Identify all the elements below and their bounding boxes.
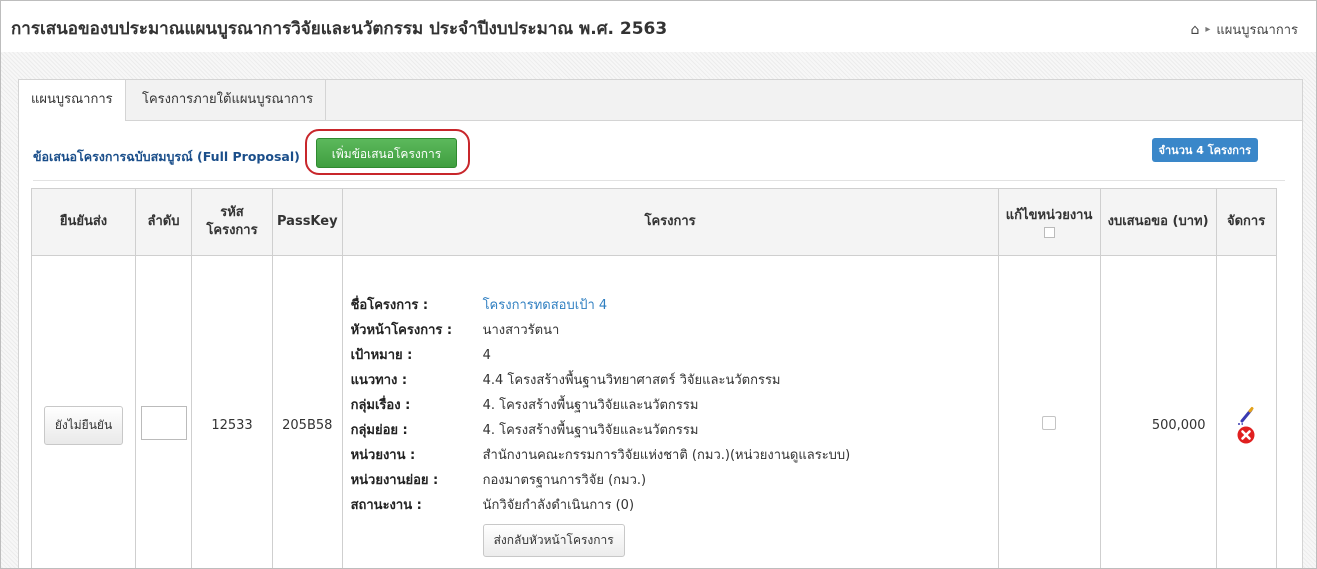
app-frame: การเสนอของบประมาณแผนบูรณาการวิจัยและนวัต… bbox=[0, 0, 1317, 569]
order-cell bbox=[135, 255, 192, 568]
breadcrumb-item[interactable]: แผนบูรณาการ bbox=[1216, 19, 1298, 40]
home-icon[interactable]: ⌂ bbox=[1190, 22, 1199, 38]
col-passkey: PassKey bbox=[272, 188, 343, 256]
unconfirmed-button[interactable]: ยังไม่ยืนยัน bbox=[43, 405, 124, 445]
col-confirm: ยืนยันส่ง bbox=[31, 188, 136, 256]
table-row: ยังไม่ยืนยัน 12533 205B58 ชื่อโครงการ : … bbox=[31, 255, 1277, 568]
col-budget: งบเสนอขอ (บาท) bbox=[1099, 188, 1217, 256]
detail-row-subgroup: กลุ่มย่อย : 4. โครงสร้างพื้นฐานวิจัยและน… bbox=[351, 418, 990, 443]
highlight-outline bbox=[305, 129, 470, 175]
col-edit-unit: แก้ไขหน่วยงาน bbox=[997, 188, 1101, 256]
detail-value: นางสาวรัตนา bbox=[482, 323, 560, 338]
project-code: 12533 bbox=[191, 255, 273, 568]
col-project-code: รหัสโครงการ bbox=[191, 188, 273, 256]
project-details: ชื่อโครงการ : โครงการทดสอบเป้า 4 หัวหน้า… bbox=[341, 255, 999, 568]
col-project: โครงการ bbox=[341, 188, 999, 256]
order-input[interactable] bbox=[140, 406, 187, 440]
detail-row-leader: หัวหน้าโครงการ : นางสาวรัตนา bbox=[351, 318, 990, 343]
select-all-checkbox[interactable] bbox=[1043, 226, 1055, 238]
detail-row-name: ชื่อโครงการ : โครงการทดสอบเป้า 4 bbox=[351, 293, 990, 318]
col-edit-unit-label: แก้ไขหน่วยงาน bbox=[1005, 207, 1093, 223]
detail-value: 4. โครงสร้างพื้นฐานวิจัยและนวัตกรรม bbox=[482, 398, 699, 413]
detail-label: แนวทาง : bbox=[350, 373, 408, 388]
edit-unit-checkbox[interactable] bbox=[1042, 416, 1057, 430]
tab-projects-under-plan[interactable]: โครงการภายใต้แผนบูรณาการ bbox=[130, 80, 327, 120]
passkey: 205B58 bbox=[272, 255, 343, 568]
col-manage: จัดการ bbox=[1215, 188, 1277, 256]
detail-row-topic-group: กลุ่มเรื่อง : 4. โครงสร้างพื้นฐานวิจัยแล… bbox=[351, 393, 990, 418]
detail-row-goal: เป้าหมาย : 4 bbox=[351, 343, 990, 368]
detail-label: สถานะงาน : bbox=[350, 498, 422, 513]
confirm-cell: ยังไม่ยืนยัน bbox=[31, 255, 136, 568]
col-order: ลำดับ bbox=[135, 188, 192, 256]
manage-cell bbox=[1215, 255, 1277, 568]
detail-label: ชื่อโครงการ : bbox=[350, 298, 429, 313]
tab-bar: แผนบูรณาการ โครงการภายใต้แผนบูรณาการ bbox=[19, 80, 1302, 121]
detail-value: สำนักงานคณะกรรมการวิจัยแห่งชาติ (กมว.)(ห… bbox=[482, 448, 851, 463]
detail-label: หัวหน้าโครงการ : bbox=[350, 323, 453, 338]
section-heading[interactable]: ข้อเสนอโครงการฉบับสมบูรณ์ (Full Proposal… bbox=[33, 147, 300, 167]
detail-value: นักวิจัยกำลังดำเนินการ (0) bbox=[482, 498, 635, 513]
breadcrumb: ⌂ ▸ แผนบูรณาการ bbox=[1190, 19, 1298, 40]
detail-label: เป้าหมาย : bbox=[350, 348, 413, 363]
proposal-table: ยืนยันส่ง ลำดับ รหัสโครงการ PassKey โครง… bbox=[31, 188, 1277, 568]
delete-icon[interactable] bbox=[1237, 426, 1255, 444]
budget-value: 500,000 bbox=[1099, 255, 1217, 568]
chevron-right-icon: ▸ bbox=[1205, 24, 1211, 35]
edit-pencil-icon[interactable] bbox=[1236, 406, 1256, 426]
detail-row-sub-agency: หน่วยงานย่อย : กองมาตรฐานการวิจัย (กมว.) bbox=[351, 468, 990, 493]
detail-row-status: สถานะงาน : นักวิจัยกำลังดำเนินการ (0) bbox=[351, 493, 990, 518]
detail-value: 4.4 โครงสร้างพื้นฐานวิทยาศาสตร์ วิจัยและ… bbox=[482, 373, 781, 388]
table-header-row: ยืนยันส่ง ลำดับ รหัสโครงการ PassKey โครง… bbox=[31, 188, 1277, 256]
return-to-leader-button[interactable]: ส่งกลับหัวหน้าโครงการ bbox=[482, 524, 625, 557]
project-name-link[interactable]: โครงการทดสอบเป้า 4 bbox=[483, 293, 608, 318]
divider bbox=[33, 180, 1285, 181]
detail-value: กองมาตรฐานการวิจัย (กมว.) bbox=[482, 473, 647, 488]
page-title: การเสนอของบประมาณแผนบูรณาการวิจัยและนวัต… bbox=[11, 19, 668, 39]
edit-unit-cell bbox=[997, 255, 1101, 568]
project-count-badge: จำนวน 4 โครงการ bbox=[1151, 138, 1258, 162]
detail-label: หน่วยงาน : bbox=[350, 448, 416, 463]
detail-value: 4 bbox=[482, 348, 491, 363]
detail-row-approach: แนวทาง : 4.4 โครงสร้างพื้นฐานวิทยาศาสตร์… bbox=[351, 368, 990, 393]
main-panel: แผนบูรณาการ โครงการภายใต้แผนบูรณาการ ข้อ… bbox=[18, 79, 1303, 568]
detail-value: 4. โครงสร้างพื้นฐานวิจัยและนวัตกรรม bbox=[482, 423, 699, 438]
detail-label: กลุ่มย่อย : bbox=[350, 423, 408, 438]
detail-label: กลุ่มเรื่อง : bbox=[350, 398, 411, 413]
detail-label: หน่วยงานย่อย : bbox=[350, 473, 439, 488]
detail-row-agency: หน่วยงาน : สำนักงานคณะกรรมการวิจัยแห่งชา… bbox=[351, 443, 990, 468]
tab-integration-plan[interactable]: แผนบูรณาการ bbox=[19, 80, 126, 121]
